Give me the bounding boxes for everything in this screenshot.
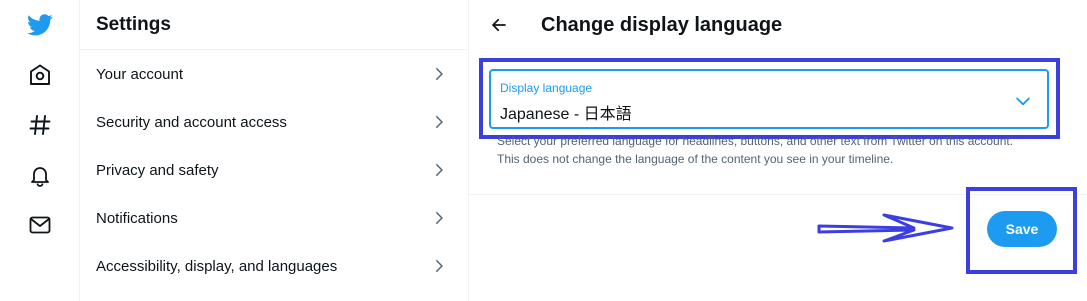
- settings-item-label: Your account: [96, 65, 184, 83]
- settings-item-your-account[interactable]: Your account: [80, 50, 468, 98]
- annotation-arrow-icon: [817, 213, 954, 243]
- twitter-logo-icon: [26, 14, 53, 36]
- settings-item-security[interactable]: Security and account access: [80, 98, 468, 146]
- settings-item-label: Notifications: [96, 209, 178, 227]
- arrow-left-icon: [492, 18, 506, 32]
- mail-icon: [29, 216, 50, 234]
- messages-link[interactable]: [15, 200, 65, 250]
- chevron-right-icon: [436, 260, 443, 272]
- language-detail-panel: Change display language Display language…: [469, 0, 1087, 301]
- hashtag-icon: [29, 115, 50, 135]
- display-language-select[interactable]: Display language Japanese - 日本語: [489, 69, 1049, 129]
- settings-item-accessibility[interactable]: Accessibility, display, and languages: [80, 242, 468, 290]
- settings-title: Settings: [96, 13, 171, 35]
- app-window: Settings Your account Security and accou…: [0, 0, 1087, 301]
- primary-nav: [0, 0, 80, 301]
- chevron-down-icon: [1016, 97, 1030, 106]
- help-text: Select your preferred language for headl…: [497, 134, 1014, 166]
- explore-link[interactable]: [15, 100, 65, 150]
- page-title: Change display language: [541, 13, 783, 36]
- chevron-right-icon: [436, 116, 443, 128]
- settings-item-notifications[interactable]: Notifications: [80, 194, 468, 242]
- twitter-logo-link[interactable]: [15, 0, 65, 50]
- settings-header: Settings: [80, 0, 468, 50]
- bell-icon: [30, 167, 49, 187]
- select-label: Display language: [500, 81, 593, 95]
- settings-panel: Settings Your account Security and accou…: [80, 0, 469, 301]
- notifications-link[interactable]: [15, 150, 65, 200]
- settings-item-label: Security and account access: [96, 113, 287, 131]
- settings-item-privacy[interactable]: Privacy and safety: [80, 146, 468, 194]
- chevron-right-icon: [436, 164, 443, 176]
- settings-item-label: Accessibility, display, and languages: [96, 257, 338, 275]
- home-link[interactable]: [15, 50, 65, 100]
- select-value: Japanese - 日本語: [500, 106, 632, 123]
- chevron-right-icon: [436, 68, 443, 80]
- back-button[interactable]: [487, 13, 511, 37]
- home-icon: [29, 64, 50, 85]
- settings-item-label: Privacy and safety: [96, 161, 219, 179]
- chevron-right-icon: [436, 212, 443, 224]
- save-button[interactable]: Save: [987, 211, 1057, 247]
- detail-header: Change display language: [469, 0, 1087, 50]
